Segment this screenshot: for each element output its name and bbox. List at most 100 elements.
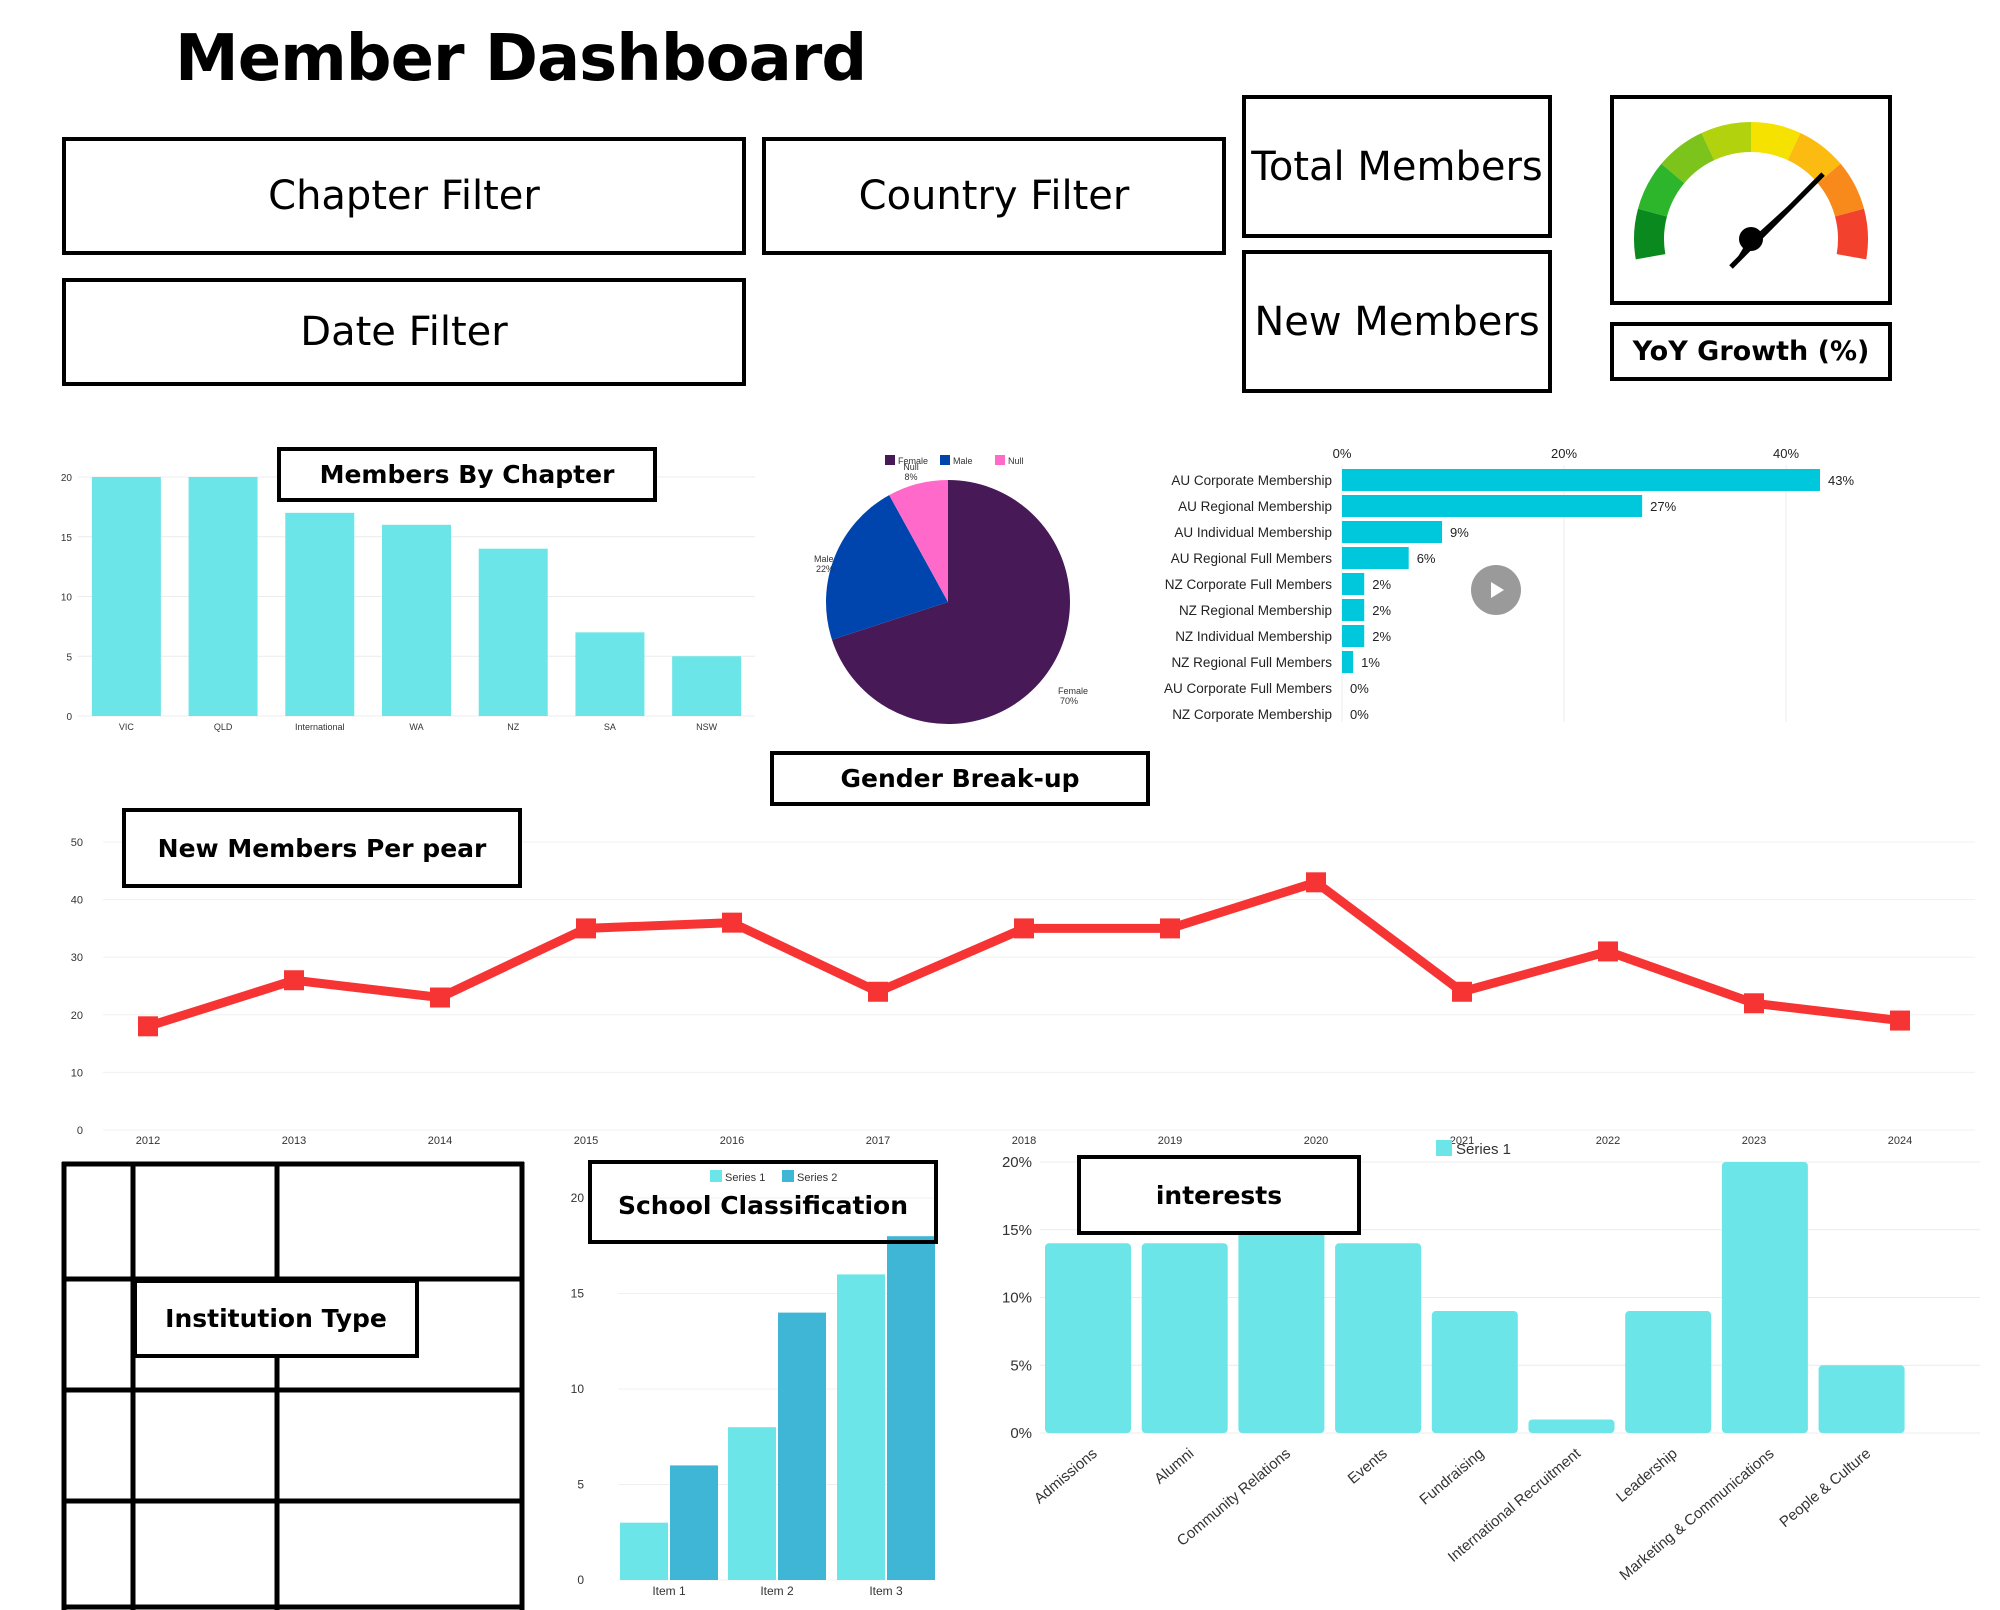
category-label: NZ Corporate Membership	[1172, 707, 1332, 722]
y-tick-label: 15	[61, 533, 73, 544]
data-label: 2%	[1372, 629, 1391, 644]
play-button[interactable]	[1471, 565, 1521, 615]
legend-swatch	[940, 455, 950, 465]
category-label: NZ Regional Membership	[1179, 603, 1332, 618]
yoy-growth-label-box: YoY Growth (%)	[1610, 322, 1892, 381]
slice-name: Female	[1058, 686, 1088, 696]
x-tick-label: Item 1	[652, 1584, 686, 1598]
slice-name: Male	[814, 554, 834, 564]
x-tick-label: 2014	[428, 1135, 452, 1147]
gender-title-box: Gender Break-up	[770, 751, 1150, 806]
data-point	[1452, 981, 1472, 1002]
interest-bar	[1528, 1419, 1615, 1433]
y-tick-label: 20	[571, 1191, 585, 1205]
y-tick-label: 15%	[1002, 1222, 1032, 1239]
interest-bar	[1238, 1229, 1325, 1433]
x-tick-label: Events	[1345, 1445, 1391, 1488]
institution-type-title: Institution Type	[165, 1304, 387, 1333]
yoy-growth-label: YoY Growth (%)	[1632, 336, 1870, 367]
y-tick-label: 10%	[1002, 1290, 1032, 1307]
x-tick-label: Fundraising	[1416, 1445, 1487, 1508]
legend-label: Null	[1008, 456, 1024, 466]
school-bar	[670, 1465, 718, 1580]
membership-bar	[1342, 547, 1409, 569]
country-filter[interactable]: Country Filter	[762, 137, 1226, 255]
x-tick-label: Item 2	[760, 1584, 794, 1598]
y-tick-label: 30	[71, 952, 83, 964]
slice-value: 70%	[1060, 696, 1078, 706]
y-tick-label: 50	[71, 837, 83, 849]
data-label: 6%	[1417, 551, 1436, 566]
total-members-card: Total Members	[1242, 95, 1552, 238]
data-point	[1306, 872, 1326, 893]
interest-bar	[1625, 1311, 1712, 1433]
country-filter-label: Country Filter	[858, 173, 1130, 219]
new-members-card: New Members	[1242, 250, 1552, 393]
x-tick-label: QLD	[214, 722, 233, 732]
legend-swatch	[995, 455, 1005, 465]
x-tick-label: 2016	[720, 1135, 744, 1147]
school-classification-title: School Classification	[617, 1191, 909, 1220]
data-point	[576, 918, 596, 939]
series-line	[146, 877, 1901, 1031]
category-label: AU Individual Membership	[1174, 525, 1332, 540]
data-point	[284, 970, 304, 991]
interests-title: interests	[1155, 1180, 1283, 1210]
total-members-label: Total Members	[1251, 143, 1543, 190]
x-tick-label: 40%	[1773, 446, 1799, 461]
data-point	[1890, 1010, 1910, 1031]
chapter-bar	[382, 524, 451, 716]
y-tick-label: 0%	[1010, 1425, 1032, 1442]
y-tick-label: 20	[61, 473, 73, 484]
date-filter-label: Date Filter	[300, 309, 508, 355]
membership-bar	[1342, 495, 1643, 517]
x-tick-label: SA	[604, 722, 616, 732]
chapter-bar	[672, 656, 742, 716]
membership-bar	[1342, 521, 1443, 543]
y-tick-label: 5%	[1010, 1357, 1032, 1374]
x-tick-label: People & Culture	[1776, 1445, 1874, 1531]
gender-title: Gender Break-up	[840, 764, 1080, 793]
date-filter[interactable]: Date Filter	[62, 278, 746, 386]
data-point	[1744, 993, 1764, 1014]
interest-bar	[1335, 1243, 1422, 1433]
data-label: 9%	[1450, 525, 1469, 540]
membership-bar	[1342, 469, 1820, 491]
x-tick-label: 2015	[574, 1135, 598, 1147]
members-by-chapter-title: Members By Chapter	[319, 460, 615, 489]
page-title: Member Dashboard	[175, 22, 867, 96]
chapter-filter[interactable]: Chapter Filter	[62, 137, 746, 255]
data-point	[1598, 941, 1618, 962]
school-bar	[837, 1274, 885, 1580]
x-tick-label: NSW	[696, 722, 718, 732]
school-classification-title-box: School Classification	[588, 1160, 938, 1244]
data-label: 43%	[1828, 473, 1854, 488]
interest-bar	[1141, 1243, 1228, 1433]
x-tick-label: 2013	[282, 1135, 306, 1147]
data-point	[430, 987, 450, 1008]
chapter-bar	[285, 512, 355, 716]
chapter-bar	[575, 632, 645, 716]
data-label: 2%	[1372, 603, 1391, 618]
x-tick-label: 2012	[136, 1135, 160, 1147]
new-members-per-year-title-box: New Members Per pear	[122, 808, 522, 888]
gauge-graphic	[1634, 122, 1868, 269]
slice-value: 8%	[904, 472, 917, 482]
legend-label: Male	[953, 456, 973, 466]
data-point	[722, 912, 742, 933]
interest-bar	[1045, 1243, 1131, 1433]
data-label: 0%	[1350, 681, 1369, 696]
gauge-segment	[1634, 208, 1667, 260]
y-tick-label: 40	[71, 895, 83, 907]
x-tick-label: WA	[409, 722, 423, 732]
school-bar	[778, 1312, 826, 1580]
y-tick-label: 5	[66, 652, 72, 663]
y-tick-label: 0	[66, 712, 72, 723]
institution-type-title-box: Institution Type	[133, 1279, 419, 1358]
y-tick-label: 15	[571, 1287, 585, 1301]
school-bar	[728, 1427, 776, 1580]
membership-bar	[1342, 625, 1365, 647]
y-tick-label: 20%	[1002, 1154, 1032, 1171]
membership-bar	[1342, 651, 1354, 673]
data-point	[138, 1016, 158, 1037]
